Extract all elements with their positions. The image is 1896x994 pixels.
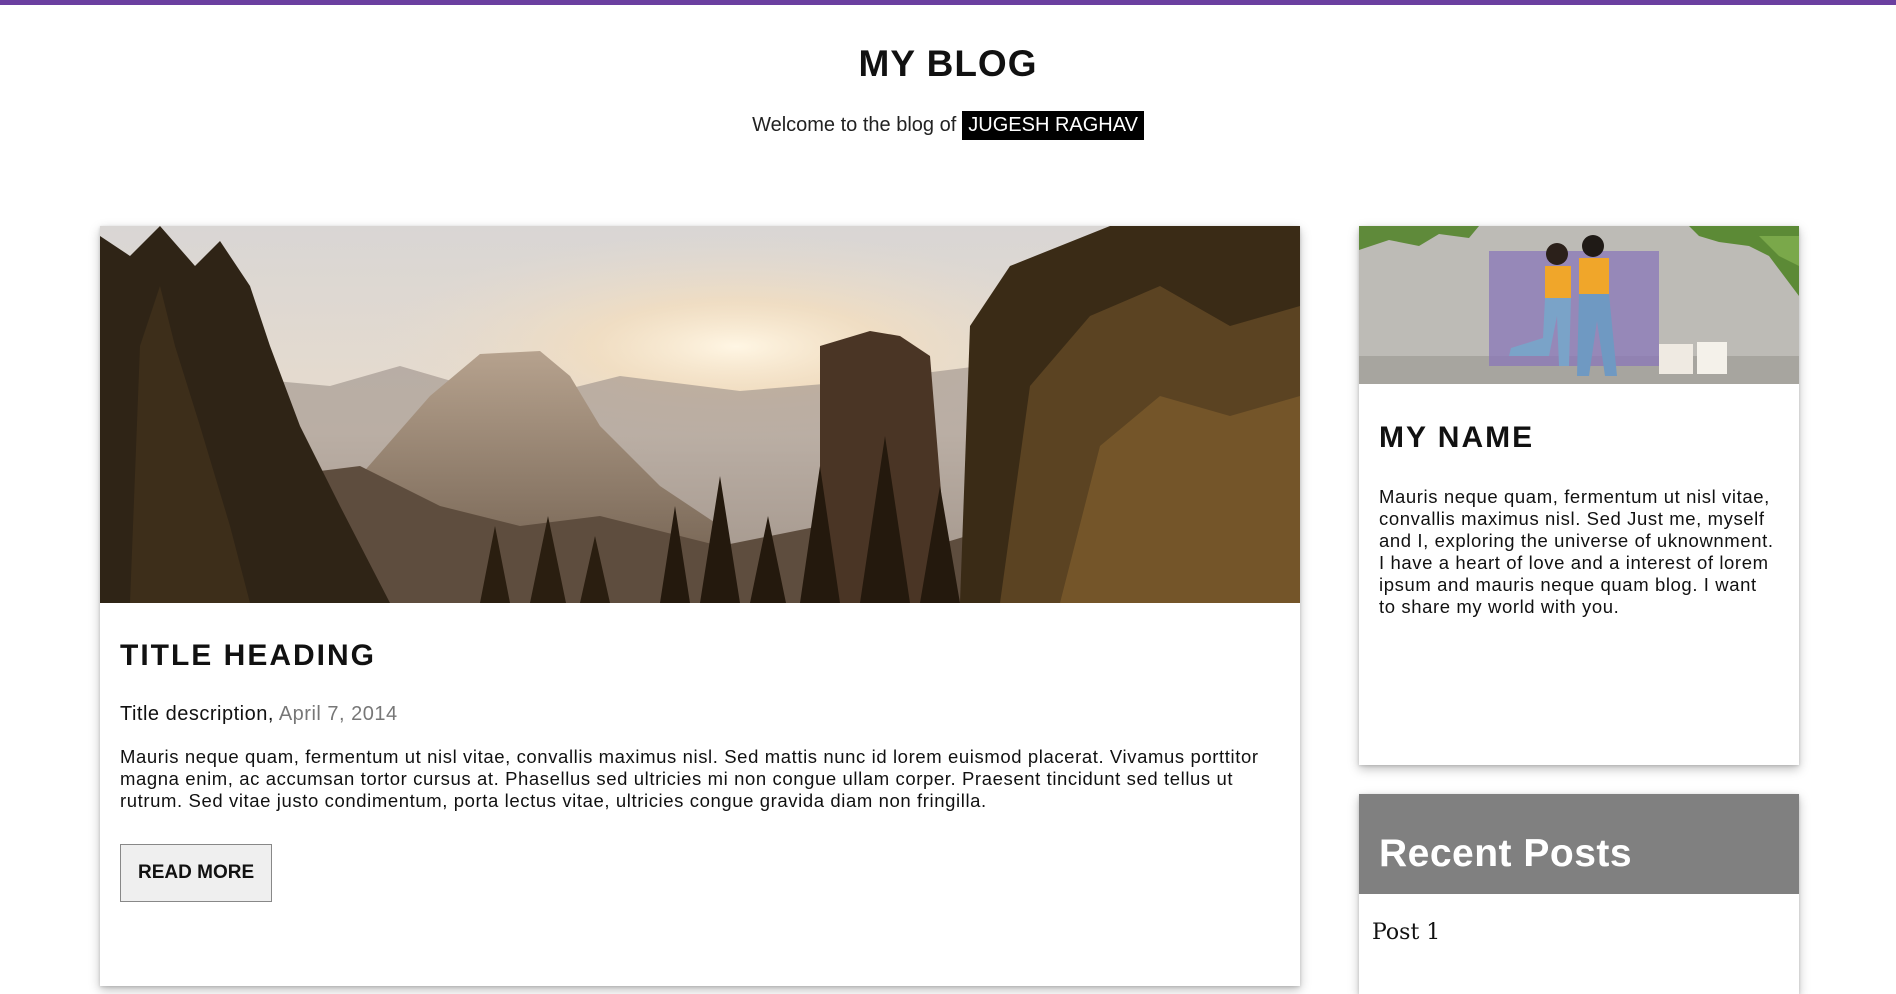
post-description: Title description,: [120, 703, 274, 725]
post-body-text: Mauris neque quam, fermentum ut nisl vit…: [120, 746, 1259, 811]
recent-posts-card: Recent Posts Post 1: [1359, 794, 1799, 994]
recent-post-item[interactable]: Post 1: [1359, 894, 1799, 945]
welcome-line: Welcome to the blog of JUGESH RAGHAV: [752, 111, 1144, 140]
read-more-button[interactable]: READ MORE: [120, 844, 273, 902]
recent-posts-header: Recent Posts: [1359, 794, 1799, 894]
site-title: MY BLOG: [858, 43, 1038, 84]
site-header: MY BLOG Welcome to the blog of JUGESH RA…: [0, 5, 1896, 140]
blog-post-card: TITLE HEADING Title description, April 7…: [100, 226, 1300, 986]
about-title: MY NAME: [1379, 421, 1535, 454]
about-text: Mauris neque quam, fermentum ut nisl vit…: [1379, 486, 1774, 617]
post-date: April 7, 2014: [278, 703, 398, 725]
post-hero-image: [100, 226, 1300, 603]
welcome-text: Welcome to the blog of: [752, 114, 957, 136]
post-meta: Title description, April 7, 2014: [120, 703, 1280, 726]
about-card: MY NAME Mauris neque quam, fermentum ut …: [1359, 226, 1799, 765]
recent-posts-title: Recent Posts: [1379, 832, 1633, 875]
post-title: TITLE HEADING: [120, 639, 376, 672]
author-name-badge: JUGESH RAGHAV: [962, 111, 1144, 140]
about-photo: [1359, 226, 1799, 384]
